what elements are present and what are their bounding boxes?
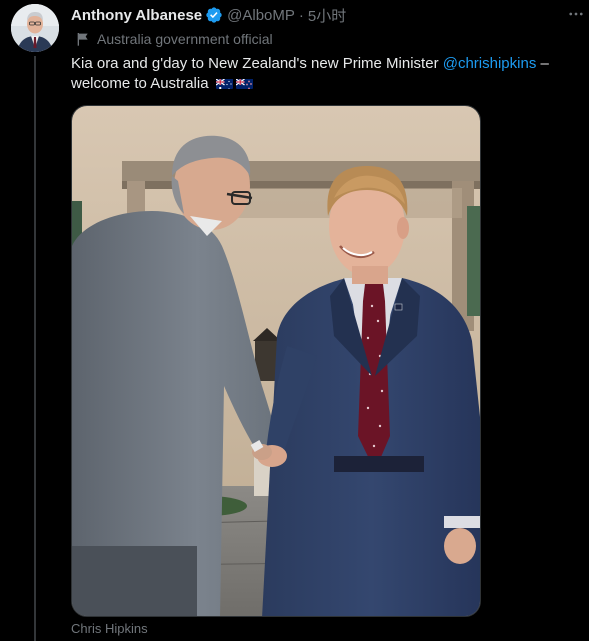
thread-line (34, 56, 36, 641)
author-display-name[interactable]: Anthony Albanese (71, 7, 202, 24)
tweet[interactable]: Anthony Albanese @AlboMP · 5小时 Australia… (0, 0, 589, 641)
affiliation-label-text: Australia government official (97, 31, 273, 47)
avatar[interactable] (11, 4, 59, 52)
new-zealand-flag-icon (235, 77, 253, 89)
tweet-content: Anthony Albanese @AlboMP · 5小时 Australia… (71, 0, 583, 94)
separator-dot: · (298, 6, 304, 24)
photo-handshake-icon (72, 106, 480, 616)
mention-link[interactable]: @chrishipkins (443, 55, 537, 72)
flag-icon (75, 31, 91, 47)
tweet-header: Anthony Albanese @AlboMP · 5小时 (71, 2, 581, 28)
tweet-text-part: – (536, 55, 549, 72)
tweet-text: Kia ora and g'day to New Zealand's new P… (71, 54, 581, 94)
tweet-text-part: welcome to Australia (71, 75, 209, 92)
australia-flag-icon (215, 77, 233, 89)
affiliation-label: Australia government official (71, 28, 581, 50)
tweet-text-part: Kia ora and g'day to New Zealand's new P… (71, 55, 443, 72)
tweet-timestamp[interactable]: 5小时 (308, 5, 346, 26)
verified-badge-icon[interactable] (205, 6, 223, 24)
more-horizontal-icon[interactable] (565, 4, 587, 24)
tweet-photo[interactable] (71, 105, 481, 617)
media-caption[interactable]: Chris Hipkins (71, 621, 148, 636)
author-handle[interactable]: @AlboMP (227, 7, 295, 24)
avatar-photo-icon (11, 4, 59, 52)
